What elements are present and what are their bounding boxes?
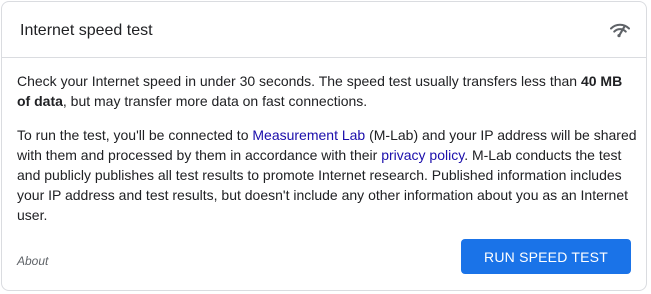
intro-text-end: , but may transfer more data on fast con… bbox=[62, 93, 368, 109]
disclosure-paragraph: To run the test, you'll be connected to … bbox=[17, 125, 637, 225]
privacy-policy-link[interactable]: privacy policy bbox=[381, 147, 464, 163]
intro-text-start: Check your Internet speed in under 30 se… bbox=[17, 73, 581, 89]
about-link[interactable]: About bbox=[17, 254, 48, 268]
card-header: Internet speed test bbox=[2, 2, 646, 58]
wifi-speed-icon bbox=[610, 23, 630, 38]
measurement-lab-link[interactable]: Measurement Lab bbox=[252, 127, 365, 143]
speed-test-card: Internet speed test Check your Internet … bbox=[1, 1, 647, 291]
intro-paragraph: Check your Internet speed in under 30 se… bbox=[17, 71, 637, 111]
run-speed-test-button[interactable]: RUN SPEED TEST bbox=[461, 239, 631, 274]
card-title: Internet speed test bbox=[20, 22, 153, 39]
card-content: Check your Internet speed in under 30 se… bbox=[17, 71, 637, 225]
disclosure-text-1: To run the test, you'll be connected to bbox=[17, 127, 253, 143]
